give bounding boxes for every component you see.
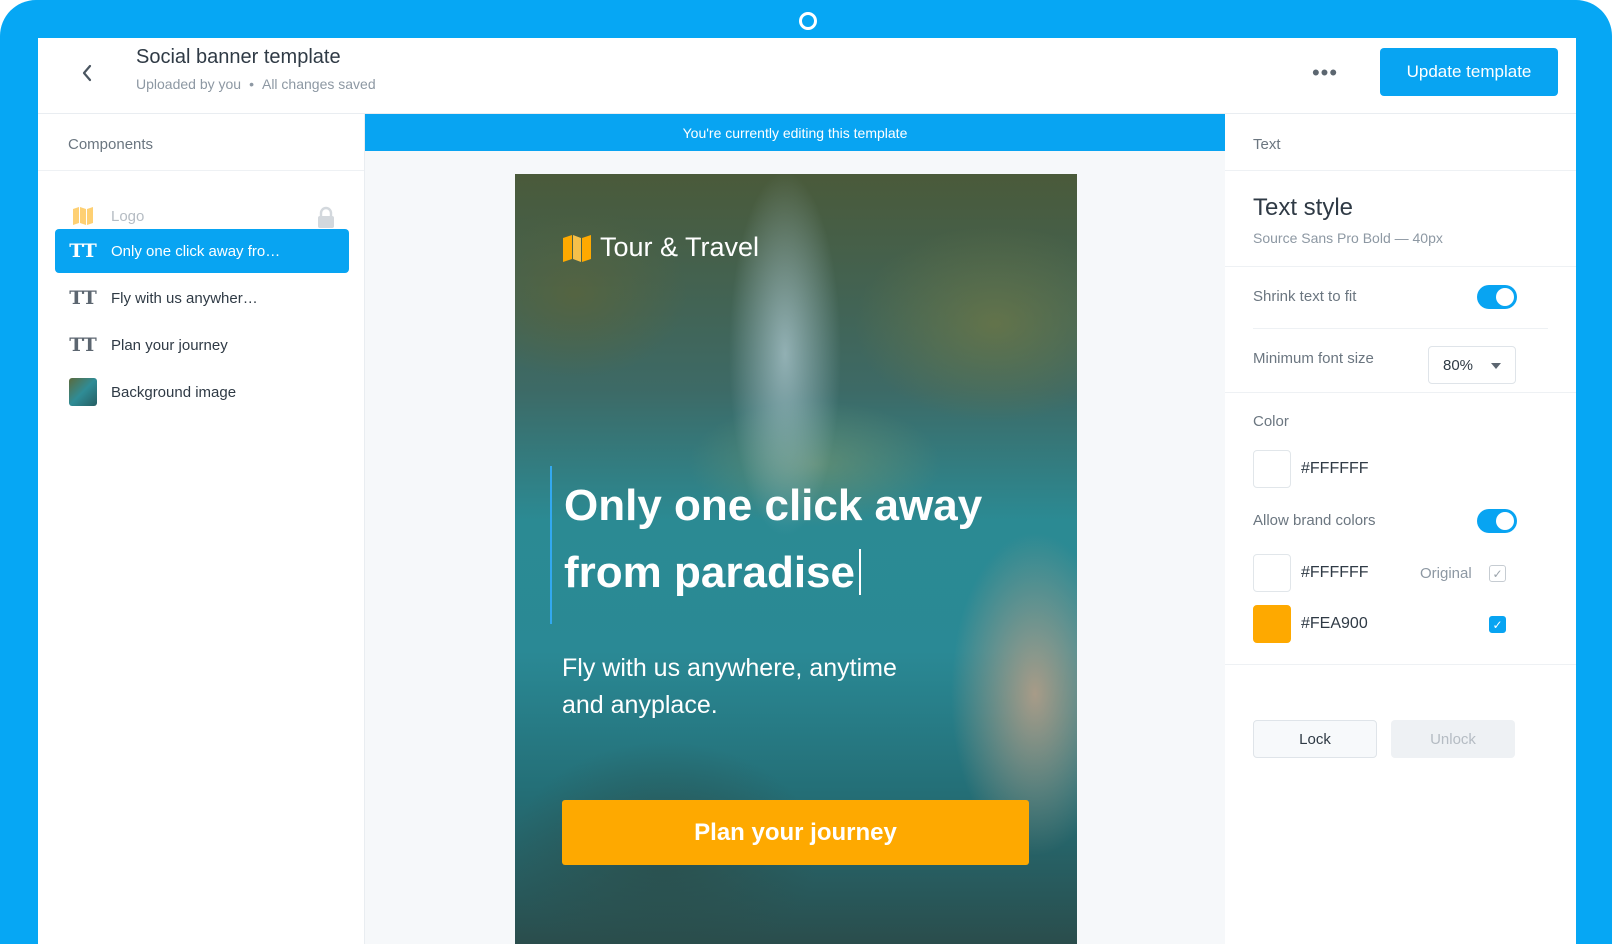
component-item-headline[interactable]: TT Only one click away fro… bbox=[55, 229, 349, 273]
headline-text: Only one click away from paradise bbox=[564, 481, 983, 597]
brand-color-swatch-white[interactable] bbox=[1253, 554, 1291, 592]
brand-logo[interactable]: Tour & Travel bbox=[562, 232, 759, 263]
color-label: Color bbox=[1253, 413, 1289, 430]
image-thumbnail bbox=[69, 378, 97, 406]
banner-preview[interactable]: Tour & Travel Only one click away from p… bbox=[515, 174, 1077, 944]
editing-notice: You're currently editing this template bbox=[365, 114, 1225, 151]
brand-name: Tour & Travel bbox=[600, 232, 760, 262]
back-button[interactable] bbox=[72, 58, 102, 88]
map-icon bbox=[563, 234, 591, 262]
app-header: Social banner template Uploaded by you • A… bbox=[38, 38, 1576, 114]
component-label: Background image bbox=[111, 383, 237, 401]
app-screen: Social banner template Uploaded by you • A… bbox=[38, 38, 1576, 944]
shrink-text-label: Shrink text to fit bbox=[1253, 288, 1357, 305]
banner-headline[interactable]: Only one click away from paradise bbox=[564, 466, 996, 606]
brand-color-hex: #FFFFFF bbox=[1301, 564, 1369, 581]
page-subtitle: Uploaded by you • All changes saved bbox=[136, 76, 376, 92]
panel-divider bbox=[38, 170, 364, 171]
components-panel-title: Components bbox=[68, 136, 154, 153]
separator-dot: • bbox=[249, 76, 254, 92]
text-icon: TT bbox=[69, 287, 97, 309]
caret-down-icon bbox=[1491, 363, 1501, 369]
page-title: Social banner template bbox=[136, 46, 341, 68]
min-font-size-select[interactable]: 80% bbox=[1428, 346, 1516, 384]
panel-divider bbox=[1225, 392, 1576, 393]
brand-color-checkbox-white[interactable]: ✓ bbox=[1489, 565, 1506, 582]
unlock-button[interactable]: Unlock bbox=[1391, 720, 1515, 758]
row-divider bbox=[1253, 328, 1548, 329]
lock-button[interactable]: Lock bbox=[1253, 720, 1377, 758]
component-item-cta[interactable]: TT Plan your journey bbox=[55, 323, 349, 367]
min-font-size-label: Minimum font size bbox=[1253, 350, 1374, 367]
original-tag: Original bbox=[1420, 565, 1472, 582]
more-options-button[interactable]: ••• bbox=[1308, 58, 1342, 88]
canvas-area: You're currently editing this template T… bbox=[365, 114, 1225, 944]
brand-colors-label: Allow brand colors bbox=[1253, 512, 1376, 529]
plan-journey-button[interactable]: Plan your journey bbox=[562, 800, 1029, 865]
brand-color-hex: #FEA900 bbox=[1301, 615, 1368, 632]
shrink-text-toggle[interactable] bbox=[1477, 285, 1517, 309]
uploaded-by-text: Uploaded by you bbox=[136, 76, 242, 92]
brand-color-swatch-orange[interactable] bbox=[1253, 605, 1291, 643]
update-template-button[interactable]: Update template bbox=[1380, 48, 1558, 96]
map-icon bbox=[69, 202, 97, 230]
panel-divider bbox=[1225, 170, 1576, 171]
text-cursor bbox=[858, 549, 861, 595]
panel-divider bbox=[1225, 664, 1576, 665]
text-style-detail: Source Sans Pro Bold — 40px bbox=[1253, 230, 1443, 246]
save-status-text: All changes saved bbox=[261, 76, 376, 92]
text-color-swatch[interactable] bbox=[1253, 450, 1291, 488]
text-panel-title: Text bbox=[1253, 136, 1281, 153]
components-panel: Components Logo TT Only one click away f… bbox=[38, 114, 365, 944]
component-item-subtext[interactable]: TT Fly with us anywher… bbox=[55, 276, 349, 320]
chevron-left-icon bbox=[82, 64, 92, 82]
component-label: Plan your journey bbox=[111, 336, 228, 354]
text-properties-panel: Text Text style Source Sans Pro Bold — 4… bbox=[1225, 114, 1576, 944]
brand-color-checkbox-orange[interactable]: ✓ bbox=[1489, 616, 1506, 633]
headline-selection[interactable]: Only one click away from paradise bbox=[550, 466, 996, 624]
panel-divider bbox=[1225, 266, 1576, 267]
text-style-title: Text style bbox=[1253, 194, 1354, 221]
component-label: Logo bbox=[111, 207, 145, 225]
component-label: Only one click away fro… bbox=[111, 242, 281, 260]
component-item-background[interactable]: Background image bbox=[55, 370, 349, 414]
text-icon: TT bbox=[69, 334, 97, 356]
lock-icon bbox=[318, 206, 334, 228]
banner-subtext[interactable]: Fly with us anywhere, anytime and anypla… bbox=[562, 650, 942, 724]
component-label: Fly with us anywher… bbox=[111, 289, 258, 307]
brand-colors-toggle[interactable] bbox=[1477, 509, 1517, 533]
text-color-hex: #FFFFFF bbox=[1301, 460, 1369, 477]
camera-icon bbox=[799, 12, 817, 30]
text-icon: TT bbox=[69, 240, 97, 262]
device-frame: Social banner template Uploaded by you • A… bbox=[0, 0, 1612, 944]
min-font-size-value: 80% bbox=[1443, 356, 1474, 374]
